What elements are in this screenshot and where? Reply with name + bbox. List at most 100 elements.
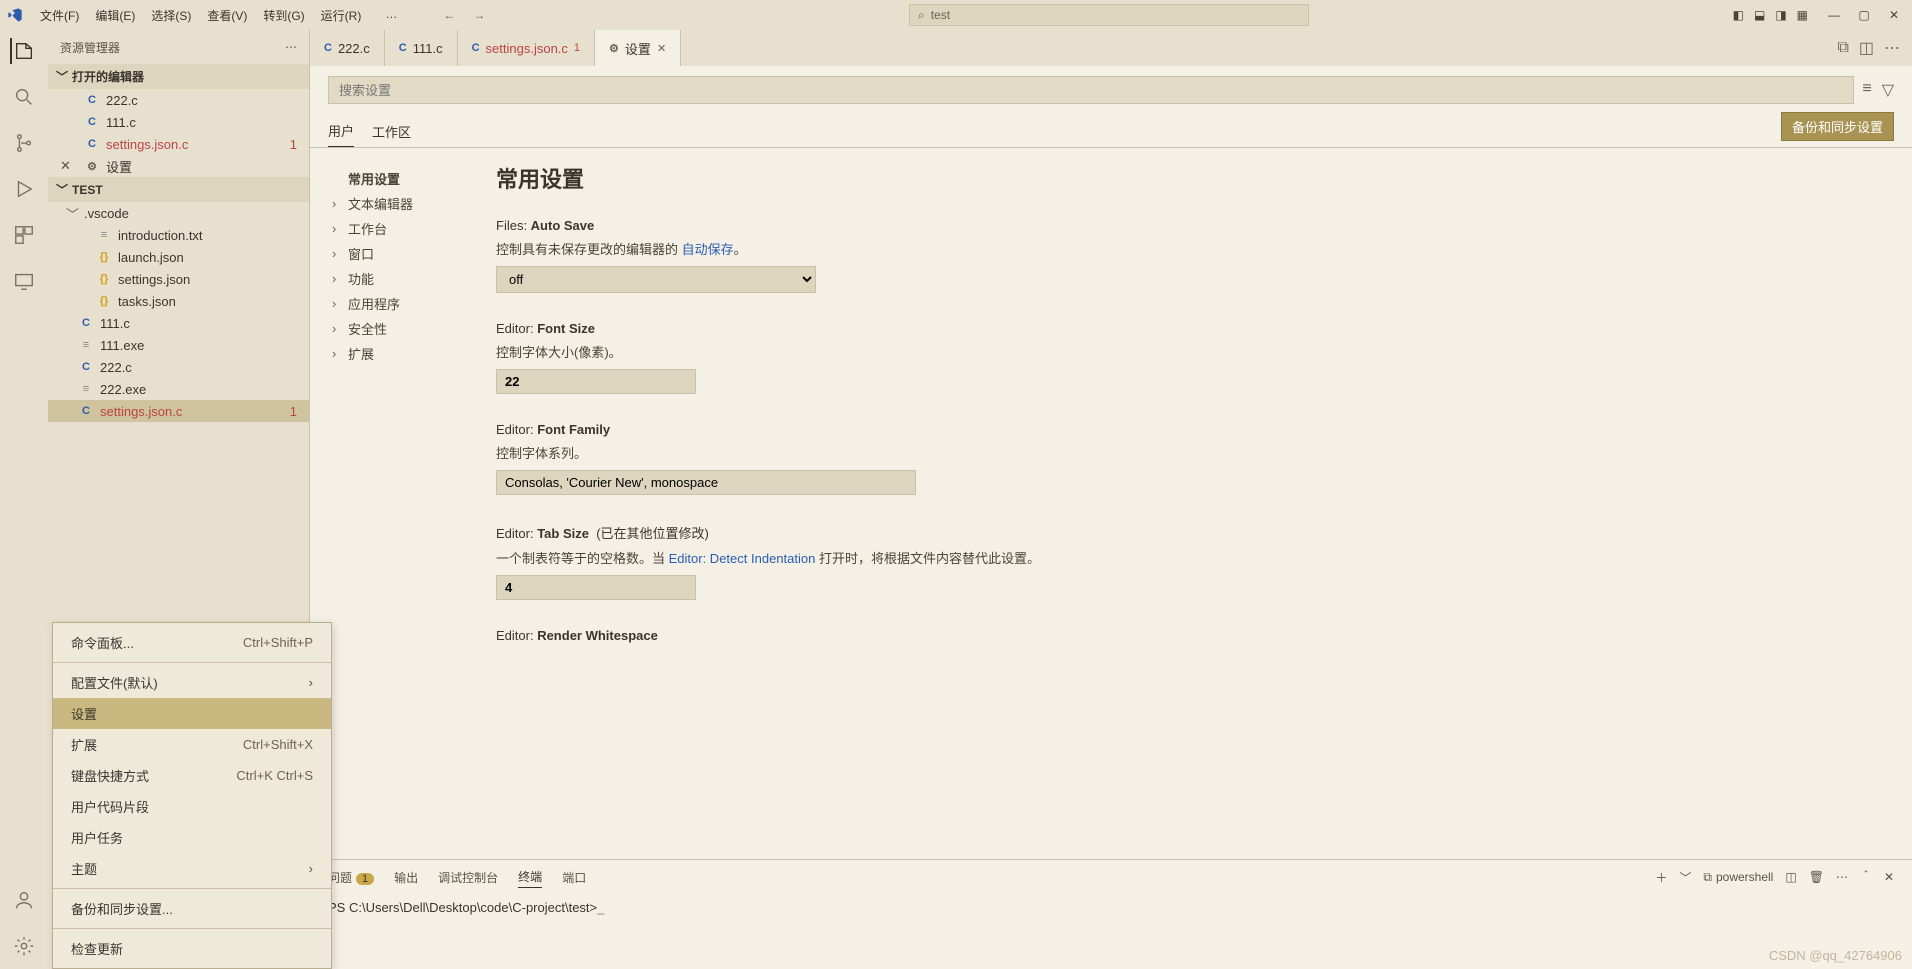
terminal-trash-icon[interactable]: 🗑 [1809,870,1824,884]
toc-item[interactable]: ›窗口 [332,241,496,266]
command-center-search[interactable]: ⌕ test [909,4,1309,26]
window-minimize-icon[interactable]: — [1826,7,1842,23]
editor-tab[interactable]: C111.c [385,30,458,66]
gear-icon: ⚙ [609,42,619,55]
context-menu-item[interactable]: 扩展Ctrl+Shift+X [53,729,331,760]
context-menu-item[interactable]: 检查更新 [53,933,331,964]
toc-item[interactable]: ›工作台 [332,216,496,241]
toc-item[interactable]: ›扩展 [332,341,496,366]
terminal-kind[interactable]: ⧉powershell [1703,870,1773,885]
layout-panel-left-icon[interactable]: ◧ [1733,8,1744,22]
file-item[interactable]: C222.c [48,356,309,378]
file-item[interactable]: {}launch.json [48,246,309,268]
settings-scope-user[interactable]: 用户 [328,115,354,147]
context-menu-item[interactable]: 键盘快捷方式Ctrl+K Ctrl+S [53,760,331,791]
tab-action-open-icon[interactable]: ⧉ [1837,39,1848,57]
tab-action-more-icon[interactable]: ⋯ [1884,38,1900,58]
detect-indentation-link[interactable]: Editor: Detect Indentation [669,551,816,566]
layout-panel-bottom-icon[interactable]: ⬓ [1754,8,1765,22]
close-icon[interactable]: ✕ [60,158,71,174]
open-editor-item[interactable]: C222.c [48,89,309,111]
terminal-more-icon[interactable]: ⋯ [1836,870,1848,884]
activity-remote-icon[interactable] [11,268,37,294]
settings-search-input[interactable] [328,76,1854,104]
settings-filter-icon[interactable]: ▽ [1882,80,1894,100]
terminal-dropdown-icon[interactable]: ﹀ [1679,869,1691,886]
toc-item[interactable]: ›文本编辑器 [332,191,496,216]
activity-settings-gear-icon[interactable] [11,933,37,959]
activity-accounts-icon[interactable] [11,887,37,913]
menu-more-icon[interactable]: … [379,3,403,28]
settings-clear-icon[interactable]: ≡ [1862,80,1871,100]
nav-forward-icon[interactable]: → [473,8,485,22]
file-item[interactable]: {}settings.json [48,268,309,290]
context-menu-item[interactable]: 主题 [53,853,331,884]
tab-action-split-icon[interactable]: ◫ [1859,38,1874,58]
settings-scope-workspace[interactable]: 工作区 [372,116,411,147]
menu-run[interactable]: 运行(R) [315,3,368,28]
item-name: settings.json.c [100,404,182,419]
context-menu-item[interactable]: 备份和同步设置... [53,893,331,924]
menu-view[interactable]: 查看(V) [201,3,253,28]
activity-run-debug-icon[interactable] [11,176,37,202]
layout-customize-icon[interactable]: ▦ [1797,8,1808,22]
toc-item[interactable]: ›功能 [332,266,496,291]
context-menu-item[interactable]: 命令面板...Ctrl+Shift+P [53,627,331,658]
activity-explorer-icon[interactable] [10,38,36,64]
editor-tab[interactable]: C222.c [310,30,385,66]
activity-source-control-icon[interactable] [11,130,37,156]
folder-item[interactable]: ﹀.vscode [48,202,309,224]
file-item[interactable]: {}tasks.json [48,290,309,312]
file-item[interactable]: ≡111.exe [48,334,309,356]
search-icon: ⌕ [918,8,925,23]
file-item[interactable]: Csettings.json.c1 [48,400,309,422]
editor-tab[interactable]: Csettings.json.c1 [458,30,595,66]
panel-tab-terminal[interactable]: 终端 [518,866,542,888]
menu-selection[interactable]: 选择(S) [145,3,197,28]
auto-save-link[interactable]: 自动保存 [682,242,734,257]
nav-back-icon[interactable]: ← [443,8,455,22]
window-close-icon[interactable]: ✕ [1886,7,1902,23]
close-icon[interactable]: ✕ [657,42,666,55]
context-menu-item[interactable]: 用户任务 [53,822,331,853]
panel-close-icon[interactable]: ✕ [1884,870,1894,884]
context-menu-item[interactable]: 用户代码片段 [53,791,331,822]
toc-item[interactable]: ›安全性 [332,316,496,341]
project-section[interactable]: ﹀TEST [48,177,309,202]
font-size-input[interactable] [496,369,696,394]
panel-tab-debug[interactable]: 调试控制台 [438,867,498,888]
toc-label: 窗口 [348,244,374,263]
editor-tab[interactable]: ⚙设置✕ [595,30,681,66]
file-item[interactable]: ≡introduction.txt [48,224,309,246]
menu-go[interactable]: 转到(G) [257,3,310,28]
toc-label: 工作台 [348,219,387,238]
terminal-split-icon[interactable]: ◫ [1785,870,1796,884]
open-editors-section[interactable]: ﹀打开的编辑器 [48,64,309,89]
menu-file[interactable]: 文件(F) [34,3,85,28]
terminal-new-icon[interactable]: ＋ [1655,869,1667,886]
window-maximize-icon[interactable]: ▢ [1856,7,1872,23]
toc-item[interactable]: ›应用程序 [332,291,496,316]
panel-tab-output[interactable]: 输出 [394,867,418,888]
auto-save-select[interactable]: off [496,266,816,293]
activity-search-icon[interactable] [11,84,37,110]
menu-edit[interactable]: 编辑(E) [89,3,141,28]
panel-tab-ports[interactable]: 端口 [562,867,586,888]
toc-item[interactable]: 常用设置 [332,166,496,191]
file-item[interactable]: C111.c [48,312,309,334]
font-family-input[interactable] [496,470,916,495]
open-editor-item[interactable]: C111.c [48,111,309,133]
activity-extensions-icon[interactable] [11,222,37,248]
context-menu-item[interactable]: 设置 [53,698,331,729]
terminal-body[interactable]: PS C:\Users\Dell\Desktop\code\C-project\… [310,894,1912,922]
tab-size-input[interactable] [496,575,696,600]
panel-tab-problems[interactable]: 问题1 [328,867,374,888]
file-item[interactable]: ≡222.exe [48,378,309,400]
layout-panel-right-icon[interactable]: ◨ [1775,8,1786,22]
explorer-more-icon[interactable]: ⋯ [285,40,297,54]
open-editor-item[interactable]: ✕⚙设置 [48,155,309,177]
context-menu-item[interactable]: 配置文件(默认) [53,667,331,698]
backup-sync-settings-button[interactable]: 备份和同步设置 [1781,112,1894,141]
panel-maximize-icon[interactable]: ＾ [1860,869,1872,886]
open-editor-item[interactable]: Csettings.json.c1 [48,133,309,155]
